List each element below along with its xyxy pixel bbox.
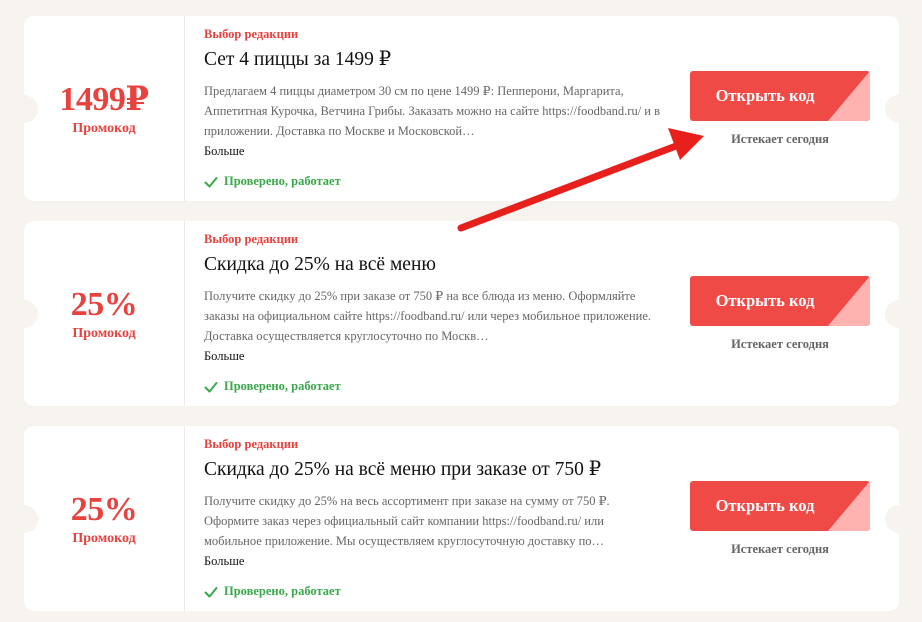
button-fold-shade [828,71,870,121]
coupon-list: 1499₽ Промокод Выбор редакции Сет 4 пицц… [10,16,913,611]
editor-choice-badge: Выбор редакции [204,232,299,246]
coupon-card: 25% Промокод Выбор редакции Скидка до 25… [10,426,913,611]
editor-choice-badge: Выбор редакции [204,27,299,41]
coupon-card: 25% Промокод Выбор редакции Скидка до 25… [10,221,913,406]
verified-status: Проверено, работает [204,584,664,599]
verified-status: Проверено, работает [204,174,664,189]
coupon-title[interactable]: Скидка до 25% на всё меню [204,253,664,277]
coupon-discount-panel: 25% Промокод [24,221,185,406]
coupon-discount: 25% [70,285,138,323]
open-code-label: Открыть код [715,291,815,310]
coupon-description: Получите скидку до 25% при заказе от 750… [204,289,652,343]
coupon-card: 1499₽ Промокод Выбор редакции Сет 4 пицц… [10,16,913,201]
open-code-button[interactable]: Открыть код [690,71,870,121]
coupon-discount-panel: 25% Промокод [24,426,185,611]
coupon-action: Открыть код Истекает сегодня [690,276,870,352]
coupon-type: Промокод [72,530,136,546]
editor-choice-badge: Выбор редакции [204,437,299,451]
coupon-title[interactable]: Скидка до 25% на всё меню при заказе от … [204,458,664,482]
verified-status: Проверено, работает [204,379,664,394]
verified-label: Проверено, работает [224,584,341,598]
coupon-details: Выбор редакции Сет 4 пиццы за 1499 ₽ Пре… [204,26,664,189]
coupon-action: Открыть код Истекает сегодня [690,481,870,557]
coupon-description: Предлагаем 4 пиццы диаметром 30 см по це… [204,84,661,138]
coupon-details: Выбор редакции Скидка до 25% на всё меню… [204,231,664,394]
coupon-description: Получите скидку до 25% на весь ассортиме… [204,494,610,548]
check-icon [204,381,218,392]
expiry-label: Истекает сегодня [731,542,829,556]
more-link[interactable]: Больше [204,554,664,569]
coupon-action: Открыть код Истекает сегодня [690,71,870,147]
check-icon [204,176,218,187]
expiry-label: Истекает сегодня [731,132,829,146]
coupon-discount: 25% [70,490,138,528]
open-code-button[interactable]: Открыть код [690,276,870,326]
check-icon [204,586,218,597]
coupon-discount: 1499₽ [59,80,149,118]
button-fold-shade [828,481,870,531]
coupon-type: Промокод [72,120,136,136]
open-code-label: Открыть код [715,86,815,105]
coupon-details: Выбор редакции Скидка до 25% на всё меню… [204,436,664,599]
coupon-type: Промокод [72,325,136,341]
verified-label: Проверено, работает [224,174,341,188]
button-fold-shade [828,276,870,326]
open-code-button[interactable]: Открыть код [690,481,870,531]
open-code-label: Открыть код [715,496,815,515]
verified-label: Проверено, работает [224,379,341,393]
expiry-label: Истекает сегодня [731,337,829,351]
more-link[interactable]: Больше [204,349,664,364]
coupon-discount-panel: 1499₽ Промокод [24,16,185,201]
coupon-title[interactable]: Сет 4 пиццы за 1499 ₽ [204,48,664,72]
more-link[interactable]: Больше [204,144,664,159]
